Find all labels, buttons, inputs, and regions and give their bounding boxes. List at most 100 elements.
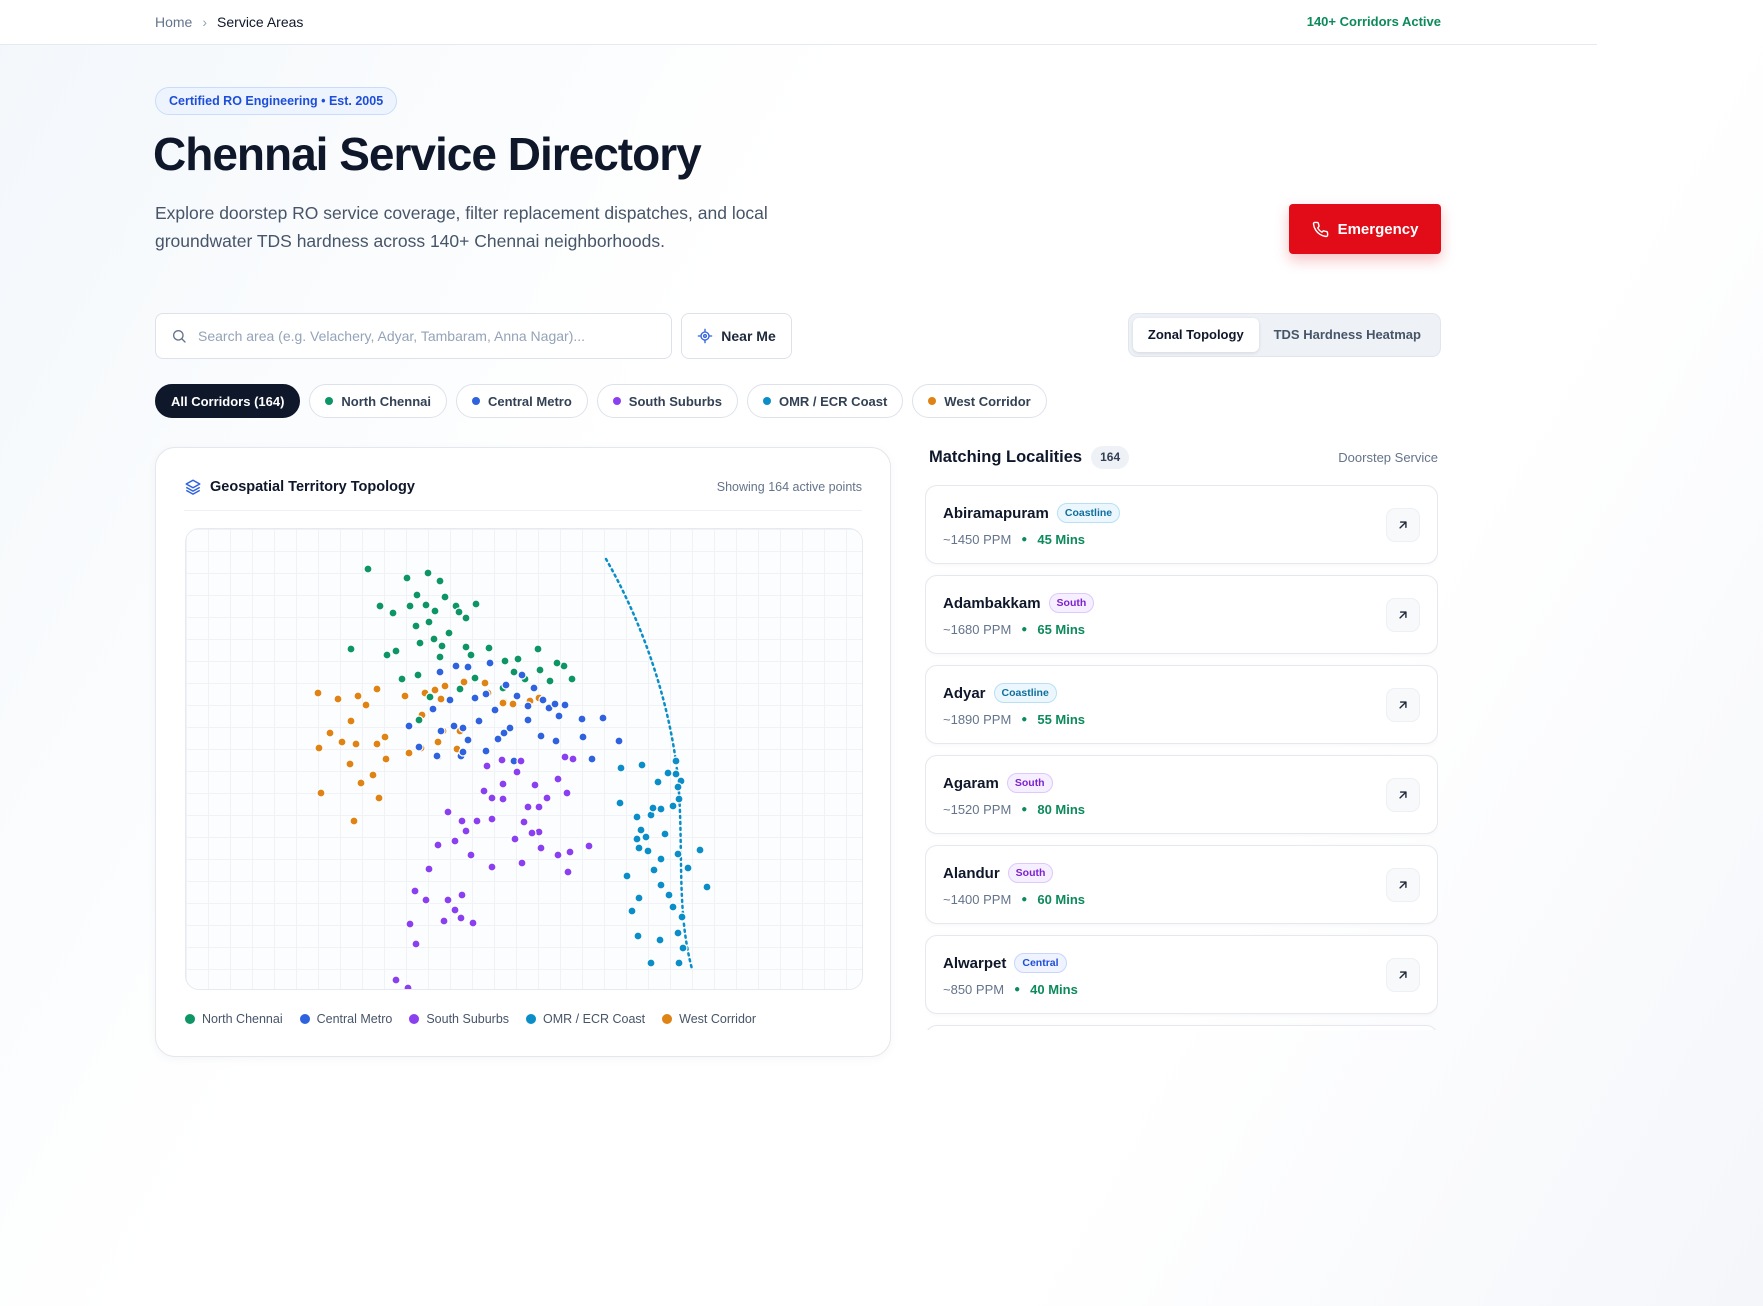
open-locality-button[interactable] [1386, 508, 1420, 542]
service-point-marker[interactable] [314, 743, 324, 753]
locality-card[interactable]: Adyar Coastline ~1890 PPM ● 55 Mins [925, 665, 1438, 744]
service-point-marker[interactable] [542, 793, 552, 803]
service-point-marker[interactable] [668, 902, 678, 912]
service-point-marker[interactable] [402, 573, 412, 583]
service-point-marker[interactable] [356, 778, 366, 788]
filter-north-chennai[interactable]: North Chennai [309, 384, 447, 418]
service-point-marker[interactable] [433, 737, 443, 747]
service-point-marker[interactable] [423, 568, 433, 578]
service-point-marker[interactable] [702, 882, 712, 892]
service-point-marker[interactable] [616, 763, 626, 773]
service-point-marker[interactable] [400, 691, 410, 701]
service-point-marker[interactable] [517, 670, 527, 680]
tab-tds-heatmap[interactable]: TDS Hardness Heatmap [1259, 318, 1436, 352]
service-point-marker[interactable] [481, 746, 491, 756]
service-point-marker[interactable] [480, 678, 490, 688]
service-point-marker[interactable] [457, 890, 467, 900]
service-point-marker[interactable] [455, 684, 465, 694]
service-point-marker[interactable] [552, 658, 562, 668]
service-point-marker[interactable] [351, 739, 361, 749]
service-point-marker[interactable] [443, 895, 453, 905]
service-point-marker[interactable] [674, 958, 684, 968]
locality-card[interactable]: Adambakkam South ~1680 PPM ● 65 Mins [925, 575, 1438, 654]
service-point-marker[interactable] [656, 880, 666, 890]
service-point-marker[interactable] [430, 685, 440, 695]
near-me-button[interactable]: Near Me [681, 313, 792, 359]
service-point-marker[interactable] [345, 759, 355, 769]
service-point-marker[interactable] [381, 754, 391, 764]
service-point-marker[interactable] [445, 695, 455, 705]
service-point-marker[interactable] [622, 871, 632, 881]
service-point-marker[interactable] [560, 752, 570, 762]
service-point-marker[interactable] [333, 694, 343, 704]
locality-card[interactable] [925, 1025, 1438, 1030]
service-point-marker[interactable] [668, 801, 678, 811]
service-point-marker[interactable] [456, 913, 466, 923]
filter-west-corridor[interactable]: West Corridor [912, 384, 1047, 418]
filter-all-corridors[interactable]: All Corridors (164) [155, 384, 301, 418]
service-point-marker[interactable] [337, 737, 347, 747]
service-point-marker[interactable] [353, 691, 363, 701]
service-point-marker[interactable] [487, 793, 497, 803]
service-point-marker[interactable] [372, 684, 382, 694]
service-point-marker[interactable] [458, 723, 468, 733]
service-point-marker[interactable] [410, 886, 420, 896]
service-point-marker[interactable] [641, 832, 651, 842]
service-point-marker[interactable] [533, 644, 543, 654]
service-point-marker[interactable] [643, 846, 653, 856]
service-point-marker[interactable] [436, 694, 446, 704]
locality-card[interactable]: Alandur South ~1400 PPM ● 60 Mins [925, 845, 1438, 924]
service-point-marker[interactable] [458, 747, 468, 757]
service-point-marker[interactable] [404, 721, 414, 731]
service-point-marker[interactable] [653, 777, 663, 787]
service-point-marker[interactable] [461, 826, 471, 836]
service-point-marker[interactable] [677, 912, 687, 922]
service-point-marker[interactable] [500, 656, 510, 666]
service-point-marker[interactable] [598, 713, 608, 723]
filter-central-metro[interactable]: Central Metro [455, 384, 588, 418]
service-point-marker[interactable] [411, 939, 421, 949]
service-point-marker[interactable] [472, 816, 482, 826]
service-point-marker[interactable] [655, 935, 665, 945]
service-point-marker[interactable] [634, 893, 644, 903]
service-point-marker[interactable] [382, 650, 392, 660]
service-point-marker[interactable] [538, 695, 548, 705]
service-point-marker[interactable] [443, 807, 453, 817]
service-point-marker[interactable] [695, 845, 705, 855]
breadcrumb-home-link[interactable]: Home [155, 14, 192, 30]
service-point-marker[interactable] [451, 661, 461, 671]
service-point-marker[interactable] [656, 804, 666, 814]
service-point-marker[interactable] [405, 601, 415, 611]
open-locality-button[interactable] [1386, 598, 1420, 632]
service-point-marker[interactable] [391, 646, 401, 656]
service-point-marker[interactable] [577, 714, 587, 724]
service-point-marker[interactable] [368, 770, 378, 780]
service-point-marker[interactable] [671, 756, 681, 766]
service-point-marker[interactable] [527, 828, 537, 838]
service-point-marker[interactable] [493, 734, 503, 744]
service-point-marker[interactable] [415, 638, 425, 648]
service-point-marker[interactable] [435, 576, 445, 586]
service-point-marker[interactable] [391, 975, 401, 985]
service-point-marker[interactable] [316, 788, 326, 798]
service-point-marker[interactable] [536, 731, 546, 741]
service-point-marker[interactable] [413, 670, 423, 680]
service-point-marker[interactable] [450, 905, 460, 915]
service-point-marker[interactable] [372, 739, 382, 749]
service-point-marker[interactable] [656, 854, 666, 864]
service-point-marker[interactable] [490, 705, 500, 715]
service-point-marker[interactable] [433, 840, 443, 850]
service-point-marker[interactable] [425, 692, 435, 702]
open-locality-button[interactable] [1386, 868, 1420, 902]
service-point-marker[interactable] [578, 732, 588, 742]
service-point-marker[interactable] [519, 817, 529, 827]
service-point-marker[interactable] [470, 673, 480, 683]
service-point-marker[interactable] [497, 755, 507, 765]
service-point-marker[interactable] [523, 802, 533, 812]
service-point-marker[interactable] [421, 895, 431, 905]
service-point-marker[interactable] [512, 767, 522, 777]
service-point-marker[interactable] [450, 836, 460, 846]
service-point-marker[interactable] [673, 782, 683, 792]
service-point-marker[interactable] [498, 779, 508, 789]
service-point-marker[interactable] [482, 761, 492, 771]
